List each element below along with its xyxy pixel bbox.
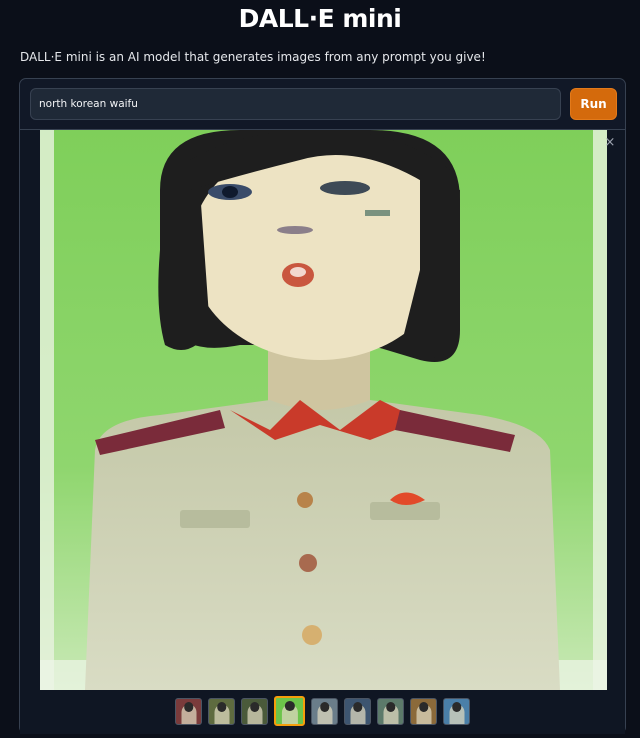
gallery-thumbnail[interactable] [377, 698, 404, 725]
prompt-input[interactable] [30, 88, 561, 120]
gallery-thumbnail[interactable] [241, 698, 268, 725]
run-button[interactable]: Run [570, 88, 617, 120]
thumbnail-figure-head [451, 702, 462, 712]
gallery-thumbnail[interactable] [311, 698, 338, 725]
thumbnail-figure-head [183, 702, 194, 712]
app-title: DALL·E mini [238, 4, 402, 33]
gallery-thumbnail[interactable] [274, 696, 305, 726]
gallery-thumbnail[interactable] [443, 698, 470, 725]
thumbnail-figure-head [319, 702, 330, 712]
thumbnail-strip [20, 696, 625, 728]
app-description: DALL·E mini is an AI model that generate… [20, 50, 486, 64]
gallery-thumbnail[interactable] [410, 698, 437, 725]
thumbnail-figure-head [352, 702, 363, 712]
gallery-thumbnail[interactable] [175, 698, 202, 725]
thumbnail-figure-head [418, 702, 429, 712]
thumbnail-figure-head [385, 702, 396, 712]
thumbnail-figure-head [249, 702, 260, 712]
image-gallery: × [20, 129, 625, 734]
gallery-thumbnail[interactable] [344, 698, 371, 725]
close-icon[interactable]: × [603, 136, 617, 150]
generator-panel: Run [19, 78, 626, 734]
thumbnail-figure-head [216, 702, 227, 712]
thumbnail-figure-head [284, 701, 295, 711]
gallery-thumbnail[interactable] [208, 698, 235, 725]
generated-image [40, 130, 607, 690]
